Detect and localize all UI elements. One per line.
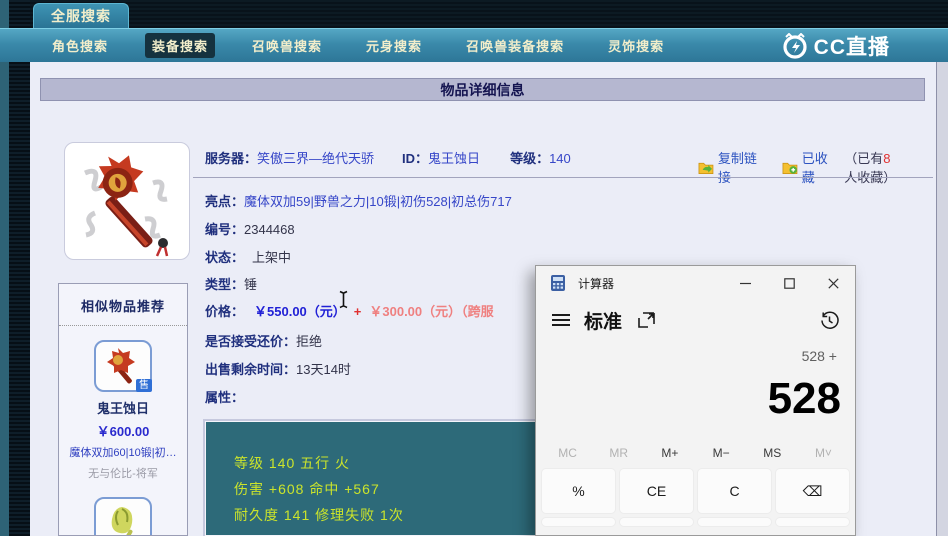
calculator-titlebar[interactable]: 计算器 <box>536 266 855 300</box>
keep-on-top-icon[interactable] <box>638 311 655 329</box>
nav-item-equip-search[interactable]: 装备搜索 <box>145 33 216 58</box>
calculator-keypad-row1: % CE C ⌫ <box>536 464 855 514</box>
highlight-row: 亮点：魔体双加59|野兽之力|10锻|初伤528|初总伤717 <box>205 194 512 209</box>
panel-title: 物品详细信息 <box>40 78 925 101</box>
type-row: 类型：锤 <box>205 277 258 292</box>
calculator-result: 528 <box>767 374 841 423</box>
status-row: 状态： 上架中 <box>205 250 292 265</box>
attrs-label-row: 属性： <box>205 390 245 405</box>
item-image <box>64 142 190 260</box>
memory-recall-button[interactable]: MR <box>593 442 644 464</box>
memory-add-button[interactable]: M+ <box>644 442 695 464</box>
copy-link-button[interactable]: 复制链接 <box>718 148 767 186</box>
favorite-count: 8 <box>883 151 891 166</box>
nav-item-pet-equip-search[interactable]: 召唤兽装备搜索 <box>459 33 571 58</box>
clear-key[interactable]: C <box>697 468 772 514</box>
calculator-expression: 528 + <box>801 348 837 364</box>
cc-live-logo: CC直播 <box>780 31 890 61</box>
level-label: 等级： <box>510 151 550 166</box>
minimize-button[interactable] <box>723 266 767 300</box>
id-value: 鬼王蚀日 <box>428 151 481 166</box>
similar-item-card-2[interactable]: 售 <box>59 497 187 535</box>
maximize-button[interactable] <box>767 266 811 300</box>
similar-item-seller: 无与伦比-将军 <box>88 468 158 480</box>
price-cross-server: ￥300.00（元）（跨服 <box>369 304 494 319</box>
item-no-value: 2344468 <box>244 222 295 237</box>
cc-live-logo-icon <box>783 32 807 59</box>
bargain-value: 拒绝 <box>296 334 323 349</box>
page: 全服搜索 角色搜索 装备搜索 召唤兽搜索 元身搜索 召唤兽装备搜索 灵饰搜索 C… <box>0 0 948 536</box>
bargain-row: 是否接受还价：拒绝 <box>205 334 323 349</box>
favorite-count-note: （已有8人收藏） <box>844 151 897 185</box>
keypad-button-partial[interactable] <box>775 517 850 527</box>
tab-full-server-search[interactable]: 全服搜索 <box>33 3 129 28</box>
nav-item-role-search[interactable]: 角色搜索 <box>45 33 115 58</box>
keypad-button-partial[interactable] <box>697 517 772 527</box>
favorited-icon <box>782 162 798 174</box>
copy-link-icon <box>698 162 714 174</box>
right-gutter <box>937 62 948 536</box>
calculator-menu-row: 标准 <box>536 300 855 340</box>
type-value: 锤 <box>244 277 258 292</box>
history-icon[interactable] <box>820 311 839 330</box>
calculator-keypad-row2-partial <box>536 514 855 527</box>
calculator-memory-row: MC MR M+ M− MS M˅ <box>536 442 855 464</box>
id-label: ID： <box>402 151 429 166</box>
similar-items-box: 相似物品推荐 售 鬼王蚀日 ￥600.00 魔体双加60|10锻|初… 无与伦比… <box>58 283 188 536</box>
close-icon <box>827 277 839 289</box>
keypad-button-partial[interactable] <box>541 517 616 527</box>
memory-subtract-button[interactable]: M− <box>696 442 747 464</box>
similar-item-highlights[interactable]: 魔体双加60|10锻|初… <box>59 444 187 460</box>
nav-item-accessory-search[interactable]: 灵饰搜索 <box>601 33 671 58</box>
memory-clear-button[interactable]: MC <box>542 442 593 464</box>
action-links: 复制链接 已收藏 （已有8人收藏） <box>698 148 936 186</box>
percent-key[interactable]: % <box>541 468 616 514</box>
price-row: 价格： ￥550.00（元） + ￥300.00（元）（跨服 <box>205 304 494 319</box>
nav-item-body-search[interactable]: 元身搜索 <box>359 33 429 58</box>
time-left-value: 13天14时 <box>296 362 351 377</box>
backspace-key[interactable]: ⌫ <box>775 468 850 514</box>
highlight-value: 魔体双加59|野兽之力|10锻|初伤528|初总伤717 <box>244 194 512 209</box>
server-value: 笑傲三界—绝代天骄 <box>257 151 375 166</box>
maximize-icon <box>783 277 795 289</box>
keypad-button-partial[interactable] <box>619 517 694 527</box>
summary-separator <box>193 177 933 178</box>
similar-item-icon[interactable]: 售 <box>94 340 152 392</box>
calculator-window[interactable]: 计算器 标准 528 + 528 MC MR M+ M− MS M˅ % CE … <box>535 265 856 536</box>
level-value: 140 <box>549 151 571 166</box>
price-plus-sign: + <box>353 304 362 319</box>
memory-store-button[interactable]: MS <box>747 442 798 464</box>
summary-row: 服务器：笑傲三界—绝代天骄 ID：鬼王蚀日 等级：140 <box>205 148 571 167</box>
status-value: 上架中 <box>252 250 292 265</box>
minimize-icon <box>739 282 751 284</box>
hammer-weapon-image <box>84 155 169 257</box>
similar-item-name[interactable]: 鬼王蚀日 <box>59 398 187 417</box>
hamburger-menu-icon[interactable] <box>552 314 570 326</box>
left-teal-stripe <box>0 0 9 536</box>
favorited-button[interactable]: 已收藏 <box>802 148 838 186</box>
clear-entry-key[interactable]: CE <box>619 468 694 514</box>
for-sale-badge: 售 <box>136 379 152 392</box>
close-button[interactable] <box>811 266 855 300</box>
left-dark-stripe <box>9 0 30 536</box>
calculator-app-icon <box>551 275 565 291</box>
main-navbar: 角色搜索 装备搜索 召唤兽搜索 元身搜索 召唤兽装备搜索 灵饰搜索 CC直播 <box>0 28 948 62</box>
time-left-row: 出售剩余时间：13天14时 <box>205 362 351 377</box>
server-label: 服务器： <box>205 151 258 166</box>
memory-flyout-button[interactable]: M˅ <box>798 442 849 464</box>
similar-item-icon-2[interactable]: 售 <box>94 497 152 535</box>
similar-items-title: 相似物品推荐 <box>59 284 187 326</box>
text-cursor <box>339 290 348 309</box>
price-main: ￥550.00（元） <box>254 304 346 319</box>
calculator-title: 计算器 <box>578 276 615 291</box>
similar-item-price: ￥600.00 <box>96 424 150 439</box>
plant-item-icon <box>111 507 133 535</box>
nav-item-pet-search[interactable]: 召唤兽搜索 <box>245 33 329 58</box>
calculator-mode-label: 标准 <box>584 311 623 333</box>
item-no-row: 编号：2344468 <box>205 222 295 237</box>
similar-item-card[interactable]: 售 鬼王蚀日 ￥600.00 魔体双加60|10锻|初… 无与伦比-将军 <box>59 340 187 481</box>
cc-live-logo-text: CC直播 <box>813 35 890 59</box>
